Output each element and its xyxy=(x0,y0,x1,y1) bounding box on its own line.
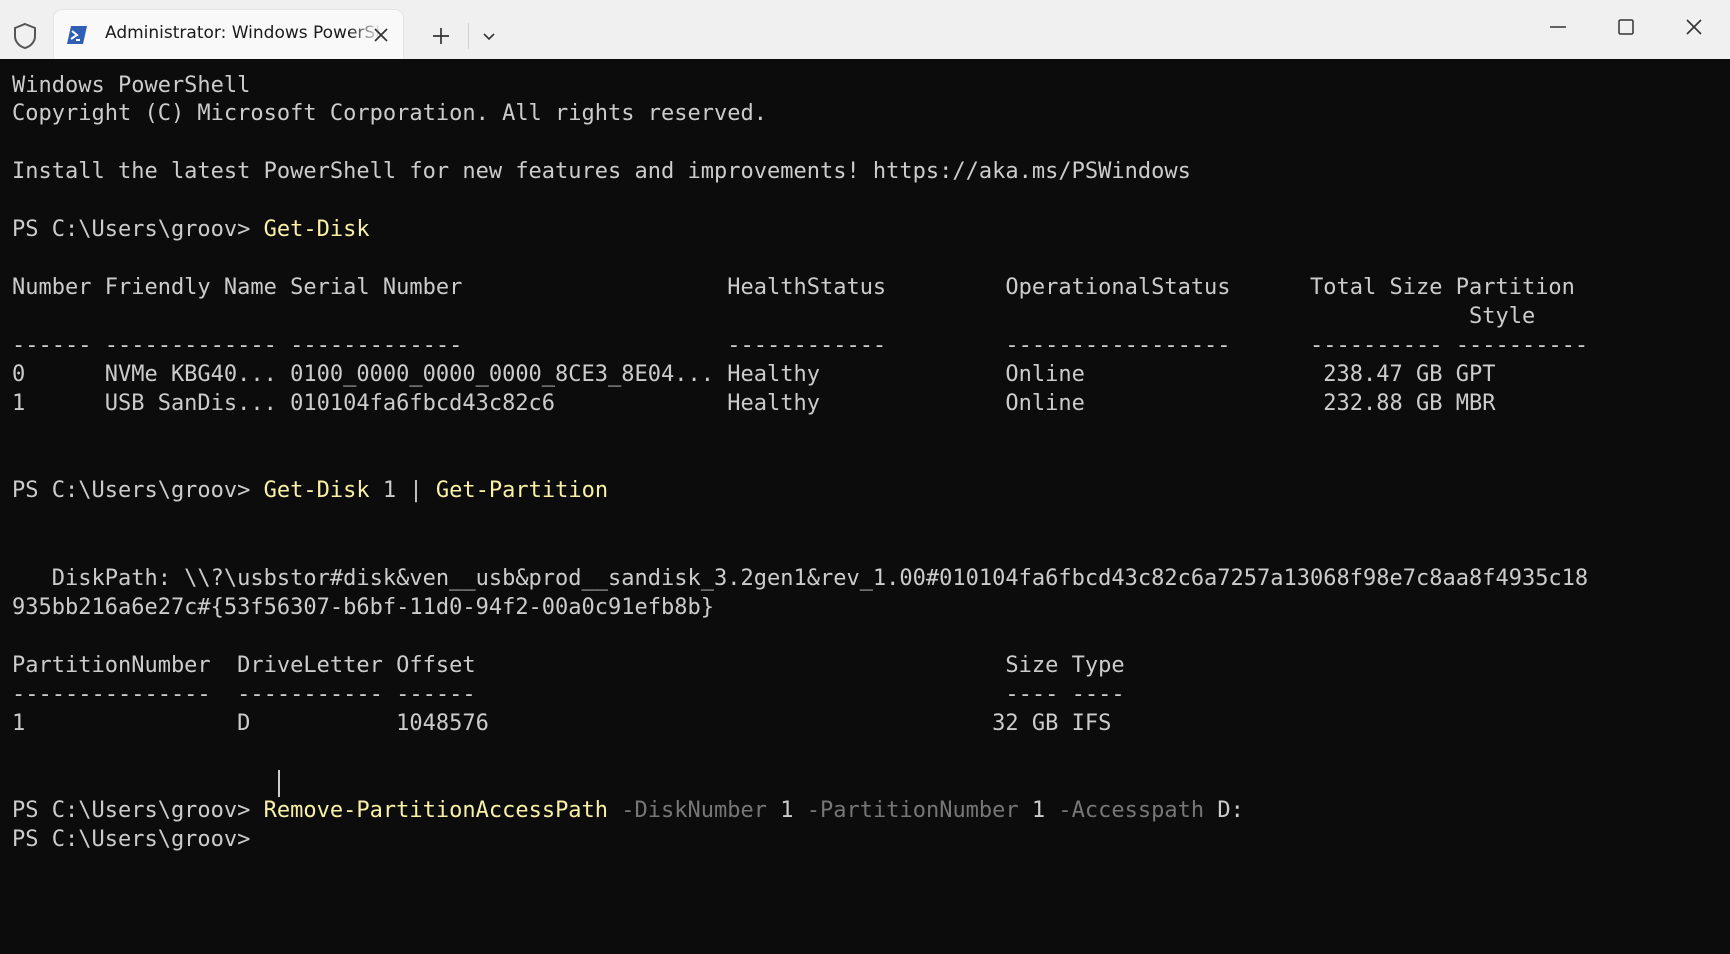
parameter-value: D: xyxy=(1204,798,1244,823)
command-line: PS C:\Users\groov> xyxy=(12,825,264,854)
terminal-window: Administrator: Windows PowerShell Window… xyxy=(0,0,1730,954)
prompt: PS C:\Users\groov> xyxy=(12,478,264,503)
title-bar: Administrator: Windows PowerShell xyxy=(0,0,1730,60)
plus-icon[interactable] xyxy=(426,23,456,49)
tab-administrator-powershell[interactable]: Administrator: Windows PowerShell xyxy=(54,10,403,59)
command-argument: 1 | xyxy=(370,478,436,503)
command-line: PS C:\Users\groov> Remove-PartitionAcces… xyxy=(12,796,1244,825)
table-row: 0 NVMe KBG40... 0100_0000_0000_0000_8CE3… xyxy=(12,360,1495,389)
command-name: Get-Disk xyxy=(264,217,370,242)
tab-divider xyxy=(468,23,469,49)
diskpath-line: DiskPath: \\?\usbstor#disk&ven__usb&prod… xyxy=(12,564,1588,593)
table-header: Number Friendly Name Serial Number Healt… xyxy=(12,273,1575,302)
command-line: PS C:\Users\groov> Get-Disk xyxy=(12,215,370,244)
close-icon[interactable] xyxy=(1677,10,1711,44)
table-header: Style xyxy=(12,302,1535,331)
diskpath-line: 935bb216a6e27c#{53f56307-b6bf-11d0-94f2-… xyxy=(12,593,714,622)
maximize-icon[interactable] xyxy=(1609,10,1643,44)
console-output[interactable]: Windows PowerShell Copyright (C) Microso… xyxy=(0,59,1730,954)
text-cursor xyxy=(278,770,280,797)
parameter-name: -Accesspath xyxy=(1045,798,1204,823)
command-name: Get-Disk xyxy=(264,478,370,503)
table-divider: ------ ------------- ------------- -----… xyxy=(12,331,1588,360)
chevron-down-icon[interactable] xyxy=(476,25,502,47)
table-header: PartitionNumber DriveLetter Offset Size … xyxy=(12,651,1125,680)
minimize-icon[interactable] xyxy=(1541,10,1575,44)
command-name: Get-Partition xyxy=(436,478,608,503)
parameter-name: -PartitionNumber xyxy=(794,798,1019,823)
shield-icon[interactable] xyxy=(12,22,38,50)
parameter-value: 1 xyxy=(767,798,794,823)
banner-line: Windows PowerShell xyxy=(12,71,250,100)
prompt: PS C:\Users\groov> xyxy=(12,798,264,823)
parameter-value: 1 xyxy=(1019,798,1046,823)
prompt: PS C:\Users\groov> xyxy=(12,217,264,242)
prompt: PS C:\Users\groov> xyxy=(12,827,264,852)
powershell-icon xyxy=(66,25,88,45)
close-icon[interactable] xyxy=(370,24,392,46)
table-divider: --------------- ----------- ------ ---- … xyxy=(12,680,1125,709)
command-name: Remove-PartitionAccessPath xyxy=(264,798,608,823)
copyright-line: Copyright (C) Microsoft Corporation. All… xyxy=(12,99,767,128)
table-row: 1 USB SanDis... 010104fa6fbcd43c82c6 Hea… xyxy=(12,389,1495,418)
command-line: PS C:\Users\groov> Get-Disk 1 | Get-Part… xyxy=(12,476,608,505)
tab-title: Administrator: Windows PowerShell xyxy=(105,23,403,43)
update-notice-line: Install the latest PowerShell for new fe… xyxy=(12,157,1191,186)
parameter-name: -DiskNumber xyxy=(608,798,767,823)
table-row: 1 D 1048576 32 GB IFS xyxy=(12,709,1111,738)
